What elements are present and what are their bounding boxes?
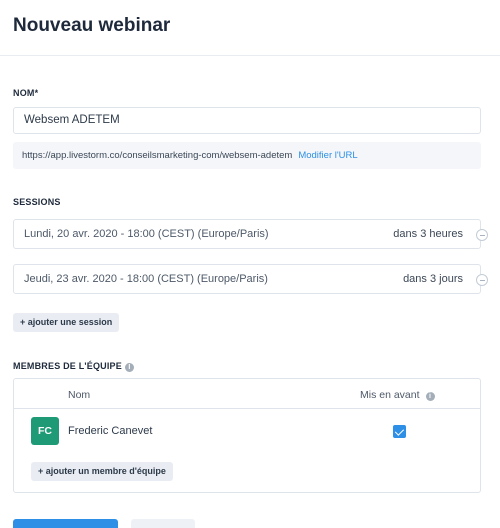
- team-table: Nom Mis en avant i FC Frederic Canevet + …: [13, 378, 481, 493]
- avatar: FC: [31, 417, 59, 445]
- info-icon: i: [124, 363, 134, 372]
- create-button[interactable]: [13, 519, 118, 528]
- column-header-name: Nom: [68, 389, 91, 401]
- session-relative-time: dans 3 heures: [393, 228, 463, 240]
- team-label-text: MEMBRES DE L'ÉQUIPE: [13, 361, 122, 371]
- add-session-button[interactable]: + ajouter une session: [13, 313, 120, 332]
- remove-circle-icon[interactable]: [476, 229, 488, 241]
- table-row: FC Frederic Canevet: [14, 410, 480, 450]
- column-header-featured-text: Mis en avant: [360, 389, 420, 401]
- name-label: NOM*: [13, 88, 39, 98]
- session-relative-time: dans 3 jours: [403, 273, 463, 285]
- team-label: MEMBRES DE L'ÉQUIPE i: [13, 361, 134, 372]
- sessions-label: SESSIONS: [13, 197, 61, 207]
- webinar-url: https://app.livestorm.co/conseilsmarketi…: [22, 150, 293, 161]
- webinar-name-input[interactable]: Websem ADETEM: [13, 107, 481, 134]
- remove-circle-icon[interactable]: [476, 274, 488, 286]
- info-icon: i: [425, 392, 435, 401]
- page-header: Nouveau webinar: [0, 0, 500, 56]
- page-title: Nouveau webinar: [13, 15, 171, 36]
- session-date: Jeudi, 23 avr. 2020 - 18:00 (CEST) (Euro…: [24, 273, 268, 285]
- session-row[interactable]: Lundi, 20 avr. 2020 - 18:00 (CEST) (Euro…: [13, 219, 488, 249]
- featured-checkbox[interactable]: [393, 425, 406, 438]
- column-header-featured: Mis en avant i: [360, 389, 435, 401]
- cancel-button[interactable]: [131, 519, 195, 528]
- member-name: Frederic Canevet: [68, 425, 153, 437]
- session-row[interactable]: Jeudi, 23 avr. 2020 - 18:00 (CEST) (Euro…: [13, 264, 488, 294]
- edit-url-link[interactable]: Modifier l'URL: [298, 150, 357, 161]
- session-date: Lundi, 20 avr. 2020 - 18:00 (CEST) (Euro…: [24, 228, 269, 240]
- webinar-url-box: https://app.livestorm.co/conseilsmarketi…: [13, 142, 481, 169]
- add-team-member-button[interactable]: + ajouter un membre d'équipe: [31, 462, 173, 481]
- team-table-header: Nom Mis en avant i: [14, 379, 480, 409]
